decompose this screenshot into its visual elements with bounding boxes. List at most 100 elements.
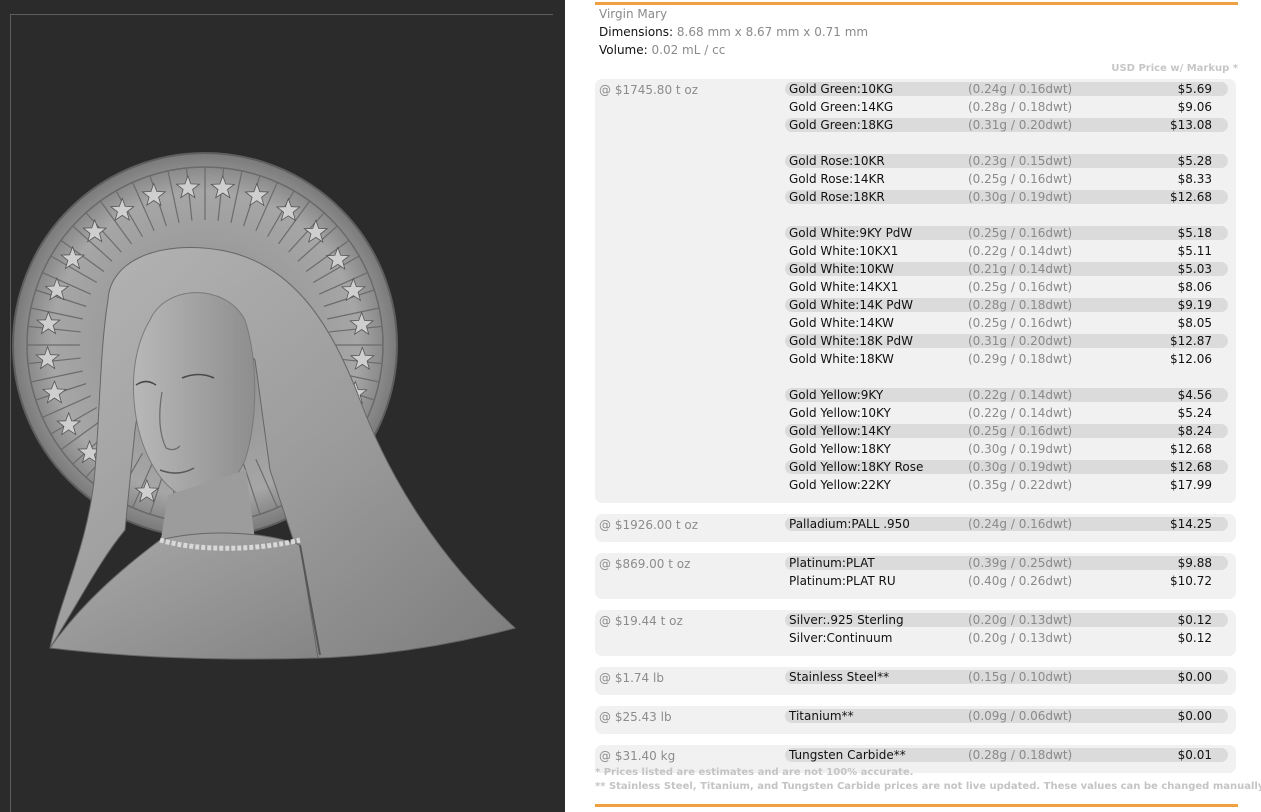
alloy-name: Silver:.925 Sterling	[789, 613, 904, 627]
alloy-weight: (0.30g / 0.19dwt)	[968, 442, 1073, 456]
alloy-name: Gold Green:14KG	[789, 100, 894, 114]
price-row[interactable]: Platinum:PLAT RU (0.40g / 0.26dwt) $10.72	[785, 574, 1228, 588]
pendant-render	[12, 152, 517, 660]
price-row[interactable]: Tungsten Carbide** (0.28g / 0.18dwt) $0.01	[785, 748, 1228, 762]
alloy-name: Gold Yellow:10KY	[789, 406, 891, 420]
alloy-price: $8.24	[1177, 424, 1212, 438]
price-row[interactable]: Gold Rose:18KR (0.30g / 0.19dwt) $12.68	[785, 190, 1228, 204]
alloy-weight: (0.25g / 0.16dwt)	[968, 424, 1073, 438]
alloy-price: $5.24	[1177, 406, 1212, 420]
price-row[interactable]: Stainless Steel** (0.15g / 0.10dwt) $0.00	[785, 670, 1228, 684]
price-column-label: USD Price w/ Markup *	[1111, 63, 1238, 74]
price-row[interactable]: Silver:.925 Sterling (0.20g / 0.13dwt) $0.…	[785, 613, 1228, 627]
alloy-weight: (0.22g / 0.14dwt)	[968, 244, 1073, 258]
price-row[interactable]: Gold Yellow:14KY (0.25g / 0.16dwt) $8.24	[785, 424, 1228, 438]
alloy-weight: (0.24g / 0.16dwt)	[968, 82, 1073, 96]
alloy-weight: (0.25g / 0.16dwt)	[968, 226, 1073, 240]
alloy-name: Palladium:PALL .950	[789, 517, 910, 531]
alloy-weight: (0.31g / 0.20dwt)	[968, 334, 1073, 348]
alloy-weight: (0.35g / 0.22dwt)	[968, 478, 1073, 492]
product-name: Virgin Mary	[599, 7, 668, 21]
price-row[interactable]: Gold Green:10KG (0.24g / 0.16dwt) $5.69	[785, 82, 1228, 96]
alloy-price: $8.33	[1177, 172, 1212, 186]
alloy-name: Gold White:14KX1	[789, 280, 899, 294]
price-row[interactable]: Gold White:10KW (0.21g / 0.14dwt) $5.03	[785, 262, 1228, 276]
alloy-price: $0.01	[1177, 748, 1212, 762]
alloy-weight: (0.21g / 0.14dwt)	[968, 262, 1073, 276]
alloy-name: Gold Yellow:18KY Rose	[789, 460, 924, 474]
alloy-weight: (0.20g / 0.13dwt)	[968, 613, 1073, 627]
alloy-price: $12.68	[1170, 460, 1212, 474]
price-row[interactable]: Palladium:PALL .950 (0.24g / 0.16dwt) $14.…	[785, 517, 1228, 531]
price-row[interactable]: Gold Rose:10KR (0.23g / 0.15dwt) $5.28	[785, 154, 1228, 168]
alloy-price: $13.08	[1170, 118, 1212, 132]
alloy-price: $5.03	[1177, 262, 1212, 276]
price-row[interactable]: Gold White:14K PdW (0.28g / 0.18dwt) $9.19	[785, 298, 1228, 312]
alloy-price: $9.06	[1177, 100, 1212, 114]
alloy-price: $8.06	[1177, 280, 1212, 294]
metal-spot-price: @ $1926.00 t oz	[599, 518, 699, 532]
price-row[interactable]: Gold Rose:14KR (0.25g / 0.16dwt) $8.33	[785, 172, 1228, 186]
alloy-weight: (0.22g / 0.14dwt)	[968, 388, 1073, 402]
metal-spot-price: @ $19.44 t oz	[599, 614, 683, 628]
price-row[interactable]: Gold Green:18KG (0.31g / 0.20dwt) $13.08	[785, 118, 1228, 132]
model-viewport[interactable]	[0, 0, 565, 812]
alloy-price: $10.72	[1170, 574, 1212, 588]
price-row[interactable]: Gold Green:14KG (0.28g / 0.18dwt) $9.06	[785, 100, 1228, 114]
alloy-price: $5.18	[1177, 226, 1212, 240]
volume-line: Volume: 0.02 mL / cc	[599, 43, 725, 57]
alloy-weight: (0.29g / 0.18dwt)	[968, 352, 1073, 366]
metal-spot-price: @ $869.00 t oz	[599, 557, 691, 571]
price-row[interactable]: Gold White:18K PdW (0.31g / 0.20dwt) $12.8…	[785, 334, 1228, 348]
alloy-name: Gold Yellow:18KY	[789, 442, 891, 456]
alloy-name: Platinum:PLAT	[789, 556, 875, 570]
alloy-name: Gold Yellow:14KY	[789, 424, 891, 438]
footnote-manual-prices: ** Stainless Steel, Titanium, and Tungst…	[595, 781, 1261, 792]
footnote-estimates: * Prices listed are estimates and are no…	[595, 767, 914, 778]
price-row[interactable]: Gold Yellow:22KY (0.35g / 0.22dwt) $17.99	[785, 478, 1228, 492]
price-row[interactable]: Titanium** (0.09g / 0.06dwt) $0.00	[785, 709, 1228, 723]
alloy-name: Gold Rose:10KR	[789, 154, 885, 168]
volume-value: 0.02 mL / cc	[651, 43, 726, 57]
alloy-weight: (0.22g / 0.14dwt)	[968, 406, 1073, 420]
alloy-name: Platinum:PLAT RU	[789, 574, 896, 588]
alloy-price: $12.68	[1170, 190, 1212, 204]
volume-label: Volume:	[599, 43, 648, 57]
alloy-weight: (0.25g / 0.16dwt)	[968, 280, 1073, 294]
alloy-price: $12.87	[1170, 334, 1212, 348]
top-accent-bar	[595, 2, 1238, 5]
alloy-name: Silver:Continuum	[789, 631, 893, 645]
price-row[interactable]: Gold White:10KX1 (0.22g / 0.14dwt) $5.11	[785, 244, 1228, 258]
dimensions-line: Dimensions: 8.68 mm x 8.67 mm x 0.71 mm	[599, 25, 868, 39]
alloy-name: Gold White:10KX1	[789, 244, 899, 258]
price-row[interactable]: Gold Yellow:18KY Rose (0.30g / 0.19dwt) $1…	[785, 460, 1228, 474]
dimensions-value: 8.68 mm x 8.67 mm x 0.71 mm	[676, 25, 869, 39]
metal-group: @ $19.44 t oz Silver:.925 Sterling (0.20g …	[595, 610, 1236, 656]
alloy-weight: (0.40g / 0.26dwt)	[968, 574, 1073, 588]
price-row[interactable]: Gold Yellow:9KY (0.22g / 0.14dwt) $4.56	[785, 388, 1228, 402]
alloy-name: Gold White:18KW	[789, 352, 894, 366]
price-row[interactable]: Gold White:14KW (0.25g / 0.16dwt) $8.05	[785, 316, 1228, 330]
alloy-price: $0.12	[1177, 613, 1212, 627]
price-row[interactable]: Platinum:PLAT (0.39g / 0.25dwt) $9.88	[785, 556, 1228, 570]
alloy-price: $9.19	[1177, 298, 1212, 312]
alloy-price: $8.05	[1177, 316, 1212, 330]
price-row[interactable]: Gold White:9KY PdW (0.25g / 0.16dwt) $5.18	[785, 226, 1228, 240]
alloy-price: $17.99	[1170, 478, 1212, 492]
alloy-price: $5.69	[1177, 82, 1212, 96]
price-row[interactable]: Gold Yellow:18KY (0.30g / 0.19dwt) $12.68	[785, 442, 1228, 456]
alloy-price: $0.00	[1177, 670, 1212, 684]
alloy-price: $14.25	[1170, 517, 1212, 531]
alloy-name: Stainless Steel**	[789, 670, 890, 684]
price-row[interactable]: Gold Yellow:10KY (0.22g / 0.14dwt) $5.24	[785, 406, 1228, 420]
alloy-weight: (0.25g / 0.16dwt)	[968, 316, 1073, 330]
price-row[interactable]: Gold White:18KW (0.29g / 0.18dwt) $12.06	[785, 352, 1228, 366]
alloy-name: Gold White:10KW	[789, 262, 894, 276]
metal-spot-price: @ $31.40 kg	[599, 749, 676, 763]
alloy-name: Gold Green:10KG	[789, 82, 894, 96]
price-row[interactable]: Gold White:14KX1 (0.25g / 0.16dwt) $8.06	[785, 280, 1228, 294]
alloy-weight: (0.25g / 0.16dwt)	[968, 172, 1073, 186]
alloy-price: $12.06	[1170, 352, 1212, 366]
price-row[interactable]: Silver:Continuum (0.20g / 0.13dwt) $0.12	[785, 631, 1228, 645]
alloy-weight: (0.31g / 0.20dwt)	[968, 118, 1073, 132]
